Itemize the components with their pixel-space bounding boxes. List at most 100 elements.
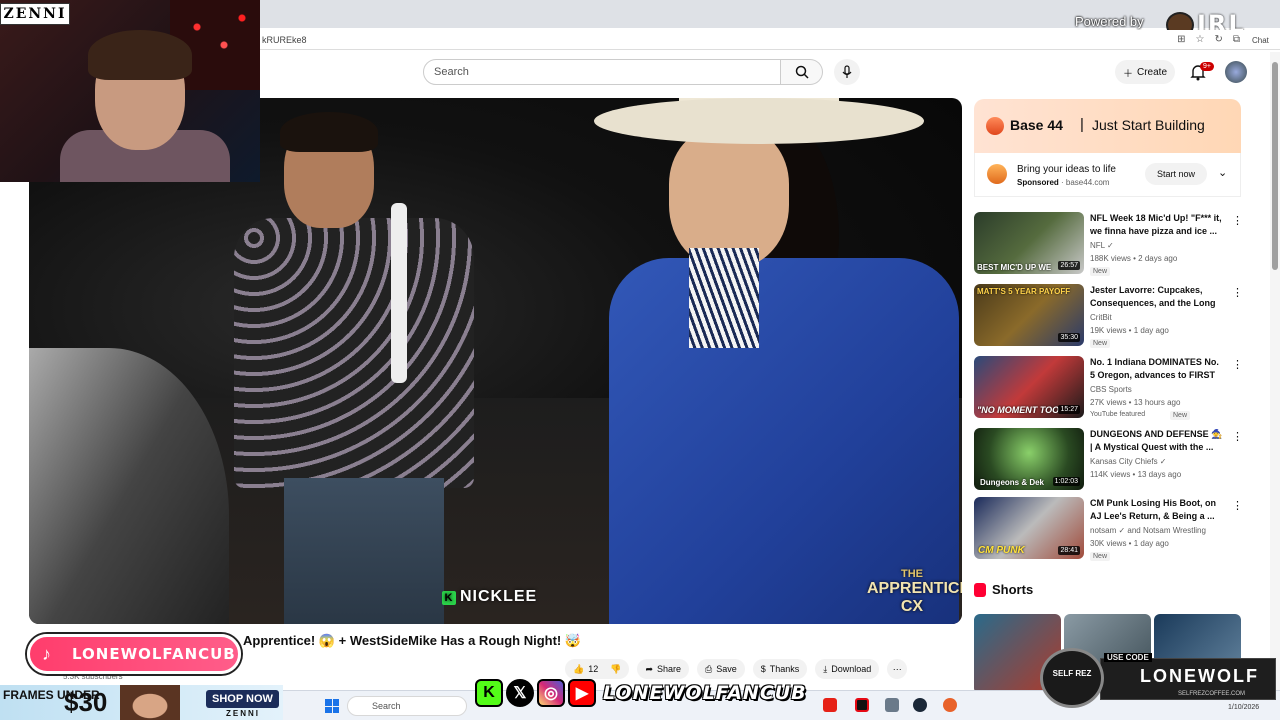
microphone-icon [842, 65, 852, 78]
scrollbar-thumb[interactable] [1272, 62, 1278, 270]
youtube-app-icon[interactable] [823, 698, 837, 712]
video-title: Apprentice! 😱 + WestSideMike Has a Rough… [243, 633, 582, 648]
recommendation-item[interactable]: "NO MOMENT TOO 15:27 No. 1 Indiana DOMIN… [974, 356, 1249, 420]
thumbnail-text: Dungeons & Dek [980, 478, 1045, 487]
install-icon[interactable]: ⊞ [1177, 34, 1185, 45]
share-icon: ➦ [645, 663, 653, 674]
new-badge: New [1090, 267, 1111, 276]
shorts-icon [974, 582, 986, 597]
save-button[interactable]: ⎙ Save [697, 659, 745, 679]
streamer-webcam [0, 0, 260, 182]
recommendation-item[interactable]: MATT'S 5 YEAR PAYOFF 35:30 Jester Lavorr… [974, 284, 1249, 348]
video-thumbnail[interactable]: "NO MOMENT TOO 15:27 [974, 356, 1084, 418]
powered-by-text: Powered by [1075, 14, 1144, 29]
recommendation-item[interactable]: Dungeons & Dek 1:02:03 DUNGEONS AND DEFE… [974, 428, 1249, 492]
zenni-small-logo: ZENNI [226, 709, 260, 718]
account-avatar[interactable] [1225, 61, 1247, 83]
ad-banner[interactable]: Base 44 | Just Start Building [974, 99, 1241, 153]
recommendation-item[interactable]: BEST MIC'D UP WE 26:57 NFL Week 18 Mic'd… [974, 212, 1249, 276]
more-options-icon[interactable]: ⋮ [1232, 499, 1243, 512]
zenni-frames-ad: FRAMES UNDER $30 SHOP NOW ZENNI [0, 685, 283, 720]
thanks-button[interactable]: $ Thanks [752, 659, 808, 679]
video-thumbnail[interactable]: MATT'S 5 YEAR PAYOFF 35:30 [974, 284, 1084, 346]
caption-name: NICKLEE [460, 588, 538, 605]
browser-app-icon[interactable] [943, 698, 957, 712]
new-badge: New [1090, 552, 1111, 561]
watermark-line1: THE [901, 568, 923, 580]
advertiser-icon [987, 164, 1007, 184]
more-options-icon[interactable]: ⋮ [1232, 214, 1243, 227]
kick-icon: K [475, 679, 503, 707]
video-meta: 19K views • 1 day ago [1090, 326, 1169, 335]
more-options-icon[interactable]: ⋮ [1232, 358, 1243, 371]
ad-domain: base44.com [1065, 178, 1110, 187]
like-count: 12 [588, 664, 599, 674]
apprentice-watermark: THE APPRENTICE CX [867, 568, 962, 615]
create-label: Create [1136, 66, 1167, 78]
app-icon[interactable] [885, 698, 899, 712]
zenni-logo: ZENNI [0, 3, 70, 25]
create-button[interactable]: ＋ Create [1115, 60, 1175, 84]
more-options-icon[interactable]: ⋮ [1232, 430, 1243, 443]
thumbnail-text: "NO MOMENT TOO [977, 405, 1060, 415]
channel-name[interactable]: Kansas City Chiefs ✓ [1090, 457, 1167, 466]
refresh-icon[interactable]: ↻ [1214, 34, 1222, 45]
sponsored-label: Sponsored [1017, 178, 1059, 187]
thumbnail-text: CM PUNK [978, 545, 1025, 556]
video-thumbnail[interactable]: CM PUNK 28:41 [974, 497, 1084, 559]
frames-price: $30 [64, 687, 108, 717]
like-button[interactable]: 👍 12 👎 [565, 659, 630, 679]
voice-search-button[interactable] [834, 59, 860, 85]
thanks-icon: $ [760, 664, 766, 674]
steam-app-icon[interactable] [913, 698, 927, 712]
chat-label[interactable]: Chat [1252, 36, 1269, 45]
recommendation-item[interactable]: CM PUNK 28:41 CM Punk Losing His Boot, o… [974, 497, 1249, 561]
video-person-left [184, 112, 484, 624]
video-meta: 30K views • 1 day ago [1090, 539, 1169, 548]
video-title: Jester Lavorre: Cupcakes, Consequences, … [1090, 285, 1216, 308]
bookmark-icon: ⎙ [705, 663, 713, 674]
start-now-button[interactable]: Start now [1145, 163, 1207, 185]
bookmark-star-icon[interactable]: ☆ [1196, 34, 1205, 45]
extension-icon[interactable]: ⧉ [1233, 34, 1240, 45]
new-badge: New [1170, 411, 1191, 420]
video-title: NFL Week 18 Mic'd Up! "F*** it, we finna… [1090, 213, 1222, 236]
shorts-title: Shorts [992, 582, 1034, 597]
channel-name[interactable]: NFL ✓ [1090, 241, 1114, 250]
x-icon: 𝕏 [506, 679, 534, 707]
search-input[interactable]: Search [423, 59, 781, 85]
shorts-heading: Shorts [974, 582, 1033, 597]
youtube-header: Search ＋ Create 9+ [260, 52, 1270, 92]
video-thumbnail[interactable]: Dungeons & Dek 1:02:03 [974, 428, 1084, 490]
video-meta: 188K views • 2 days ago [1090, 254, 1178, 263]
channel-name[interactable]: CritBit [1090, 313, 1112, 322]
channel-name[interactable]: CBS Sports [1090, 385, 1132, 394]
watermark-line3: CX [900, 597, 924, 615]
chevron-down-icon[interactable]: ⌄ [1218, 166, 1227, 179]
shop-now-label: SHOP NOW [206, 690, 279, 708]
thumbs-up-icon: 👍 [573, 663, 585, 674]
youtube-icon: ▶ [568, 679, 596, 707]
search-button[interactable] [781, 59, 823, 85]
base44-logo-icon [986, 117, 1004, 135]
video-title: No. 1 Indiana DOMINATES No. 5 Oregon, ad… [1090, 357, 1219, 380]
video-actions: 👍 12 👎 ➦ Share ⎙ Save $ Thanks ⤓ Downloa… [565, 659, 908, 679]
taskbar-search[interactable]: Search [347, 696, 467, 716]
more-actions-button[interactable]: ⋯ [887, 659, 908, 679]
thumbnail-text: BEST MIC'D UP WE [977, 263, 1052, 272]
windows-start-icon[interactable] [325, 699, 339, 713]
tiktok-icon: ♪ [42, 644, 51, 664]
download-button[interactable]: ⤓ Download [815, 659, 880, 679]
address-bar[interactable]: kRUREke8 ⊞ ☆ ↻ ⧉ [260, 30, 1280, 50]
more-options-icon[interactable]: ⋮ [1232, 286, 1243, 299]
video-duration: 28:41 [1058, 546, 1080, 555]
youtube-featured-label: YouTube featured [1090, 411, 1146, 418]
thumbs-down-icon[interactable]: 👎 [610, 664, 621, 675]
netflix-app-icon[interactable] [855, 698, 869, 712]
video-title: CM Punk Losing His Boot, on AJ Lee's Ret… [1090, 498, 1216, 521]
share-button[interactable]: ➦ Share [637, 659, 690, 679]
download-label: Download [831, 664, 872, 674]
page-scrollbar[interactable] [1270, 52, 1280, 692]
channel-name[interactable]: notsam ✓ and Notsam Wrestling [1090, 526, 1206, 535]
video-thumbnail[interactable]: BEST MIC'D UP WE 26:57 [974, 212, 1084, 274]
